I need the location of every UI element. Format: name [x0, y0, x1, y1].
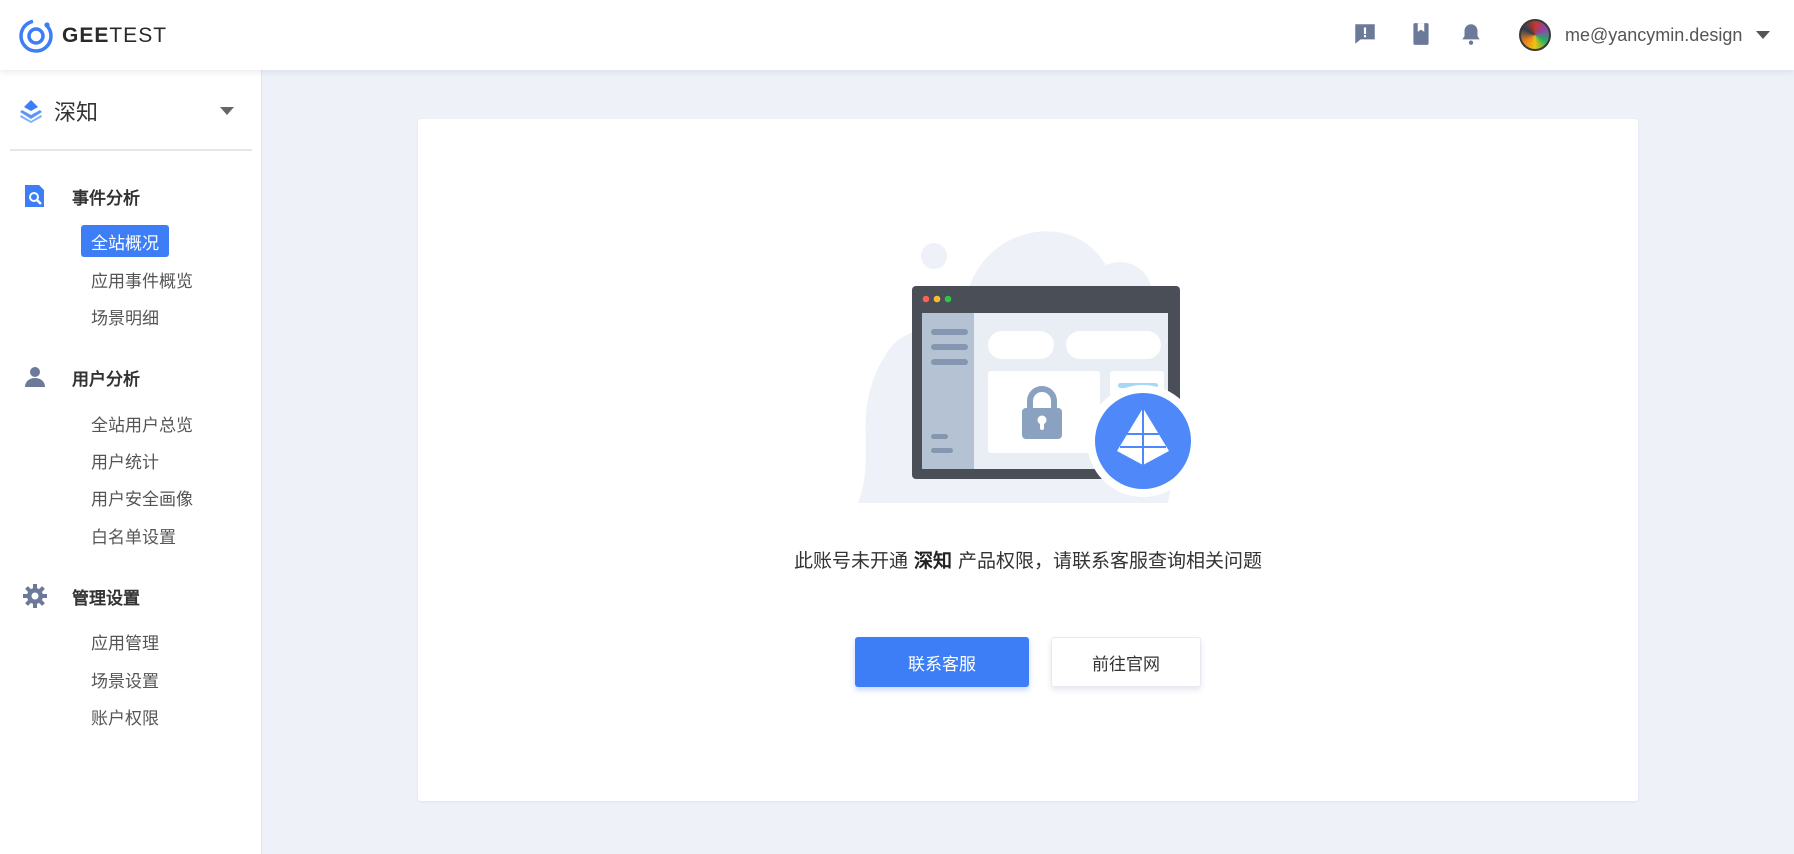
nav-item-app-management[interactable]: 应用管理	[81, 625, 169, 657]
nav-group-management: 管理设置	[22, 581, 140, 611]
search-doc-icon	[22, 183, 48, 209]
geetest-logo-icon	[19, 19, 53, 53]
nav-group-event-analysis: 事件分析	[22, 181, 140, 211]
nav-item-app-event-overview[interactable]: 应用事件概览	[81, 263, 203, 295]
nav-item-scene-settings[interactable]: 场景设置	[81, 663, 169, 695]
visit-website-button[interactable]: 前往官网	[1051, 637, 1201, 687]
top-header: GEETEST me@yancymin.design	[0, 0, 1794, 70]
sidebar-divider	[10, 149, 252, 151]
nav-group-label: 事件分析	[72, 188, 140, 209]
chevron-down-icon	[1756, 31, 1771, 39]
logo-text: GEETEST	[62, 24, 168, 47]
nav-item-whitelist[interactable]: 白名单设置	[81, 519, 186, 551]
nav-group-label: 用户分析	[72, 369, 140, 390]
sidebar: 深知 事件分析 全站概况 应用事件概览 场景明细 用户分析 全站用户总览 用户统…	[0, 70, 262, 854]
nav-item-scene-detail[interactable]: 场景明细	[81, 300, 169, 332]
user-email: me@yancymin.design	[1565, 24, 1743, 45]
gear-icon	[22, 583, 48, 609]
nav-item-user-overview[interactable]: 全站用户总览	[81, 407, 203, 439]
nav-item-user-stats[interactable]: 用户统计	[81, 444, 169, 476]
chevron-down-icon	[220, 107, 234, 115]
book-icon[interactable]	[1406, 19, 1436, 49]
nav-item-site-overview[interactable]: 全站概况	[81, 225, 169, 257]
contact-support-button[interactable]: 联系客服	[855, 637, 1029, 687]
nav-group-label: 管理设置	[72, 588, 140, 609]
product-name-highlight: 深知	[913, 550, 952, 572]
avatar	[1519, 19, 1551, 51]
nav-item-user-security-profile[interactable]: 用户安全画像	[81, 481, 203, 513]
no-access-illustration	[858, 231, 1199, 503]
product-layers-icon	[20, 100, 42, 123]
no-permission-message: 此账号未开通 深知 产品权限，请联系客服查询相关问题	[793, 550, 1263, 572]
product-name: 深知	[54, 101, 99, 126]
geetest-logo[interactable]: GEETEST	[18, 18, 167, 54]
no-permission-card: 此账号未开通 深知 产品权限，请联系客服查询相关问题 联系客服 前往官网	[418, 119, 1638, 801]
nav-group-user-analysis: 用户分析	[22, 362, 140, 392]
user-menu[interactable]: me@yancymin.design	[1519, 18, 1771, 52]
bell-icon[interactable]	[1456, 19, 1486, 49]
product-switcher[interactable]: 深知	[10, 90, 252, 132]
feedback-icon[interactable]	[1350, 19, 1380, 49]
user-icon	[22, 364, 48, 390]
nav-item-account-permissions[interactable]: 账户权限	[81, 700, 169, 732]
